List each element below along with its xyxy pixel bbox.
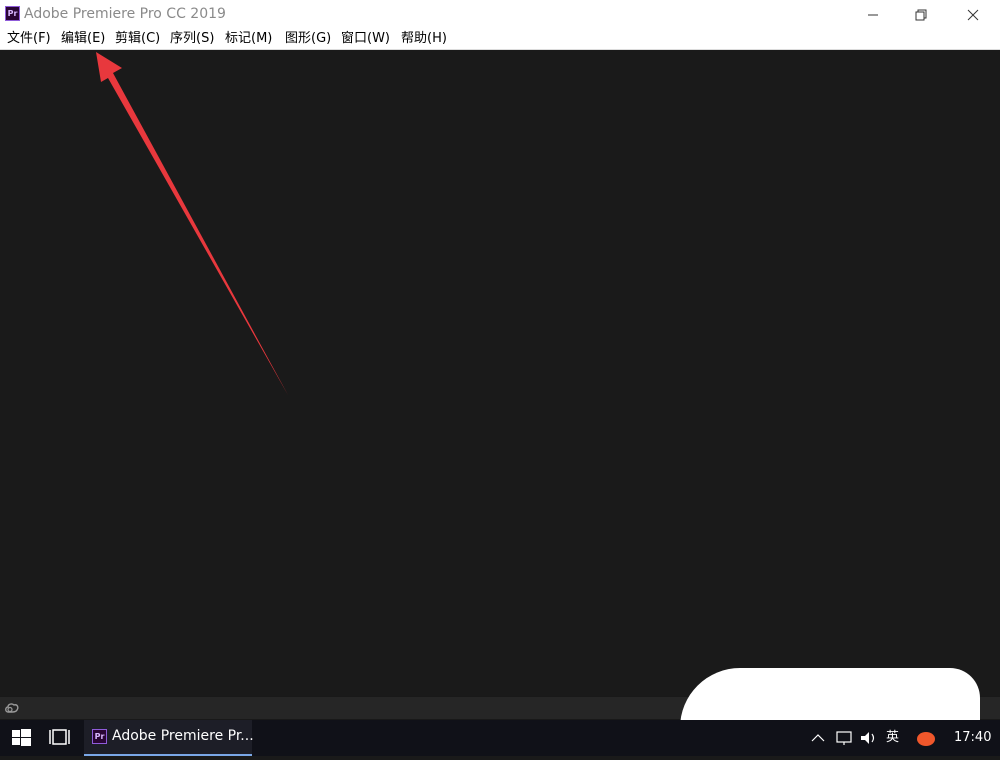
- close-icon: [967, 9, 979, 21]
- clock: 17:40: [954, 730, 992, 745]
- task-view-button[interactable]: [44, 720, 76, 756]
- menu-help[interactable]: 帮助(H): [401, 30, 447, 48]
- ime-indicator[interactable]: 英: [886, 720, 899, 756]
- windows-start-icon: [12, 729, 31, 746]
- close-button[interactable]: [950, 0, 996, 29]
- chevron-up-icon[interactable]: [808, 720, 828, 756]
- premiere-app-icon: Pr: [5, 6, 20, 21]
- menu-graphics[interactable]: 图形(G): [285, 30, 331, 48]
- menu-clip[interactable]: 剪辑(C): [115, 30, 160, 48]
- minimize-icon: [868, 14, 878, 16]
- restore-button[interactable]: [898, 0, 944, 29]
- premiere-taskbar-icon: Pr: [92, 729, 107, 744]
- menu-bar: 文件(F) 编辑(E) 剪辑(C) 序列(S) 标记(M) 图形(G) 窗口(W…: [0, 29, 1000, 50]
- windows-taskbar: Pr Adobe Premiere Pr... 英 17:40: [0, 720, 1000, 756]
- sogou-input-icon[interactable]: [914, 720, 938, 756]
- menu-markers[interactable]: 标记(M): [225, 30, 272, 48]
- taskbar-app-label: Adobe Premiere Pr...: [112, 728, 254, 744]
- empty-workspace: [0, 50, 1000, 696]
- task-view-icon: [49, 729, 70, 745]
- window-title: Adobe Premiere Pro CC 2019: [24, 6, 226, 22]
- premiere-window: Pr Adobe Premiere Pro CC 2019 文件(F) 编辑(E…: [0, 0, 1000, 720]
- minimize-button[interactable]: [850, 0, 896, 29]
- taskbar-premiere-app[interactable]: Pr Adobe Premiere Pr...: [84, 720, 254, 756]
- volume-icon[interactable]: [858, 720, 880, 756]
- restore-icon: [915, 9, 927, 21]
- menu-sequence[interactable]: 序列(S): [170, 30, 214, 48]
- menu-window[interactable]: 窗口(W): [341, 30, 390, 48]
- title-bar: Pr Adobe Premiere Pro CC 2019: [0, 0, 1000, 29]
- menu-file[interactable]: 文件(F): [7, 30, 51, 48]
- network-icon[interactable]: [834, 720, 856, 756]
- start-button[interactable]: [0, 720, 42, 756]
- creative-cloud-icon[interactable]: [3, 699, 21, 717]
- menu-edit[interactable]: 编辑(E): [61, 30, 105, 48]
